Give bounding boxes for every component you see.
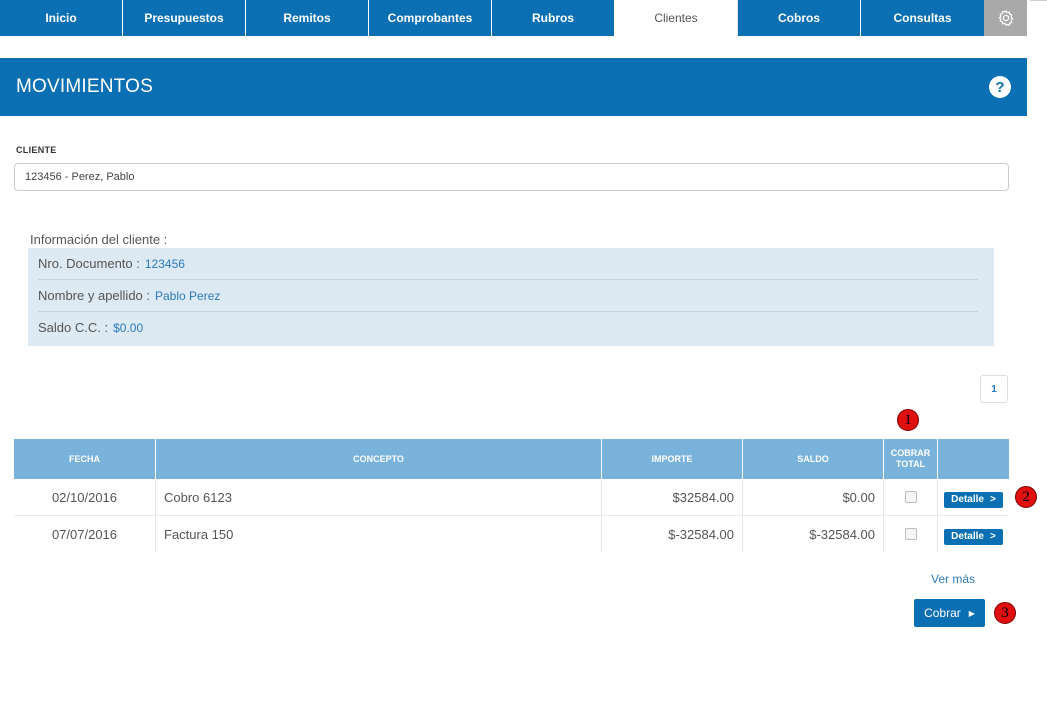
cell-saldo: $-32584.00 <box>743 516 884 552</box>
top-nav: Inicio Presupuestos Remitos Comprobantes… <box>0 0 1027 36</box>
play-icon: ▶ <box>968 608 975 618</box>
ver-mas-link[interactable]: Ver más <box>931 572 975 586</box>
info-label: Saldo C.C. : <box>38 320 109 335</box>
tab-cobros[interactable]: Cobros <box>738 0 861 36</box>
client-info-panel: Nro. Documento : 123456 Nombre y apellid… <box>28 248 994 346</box>
header-cobrar-line2: TOTAL <box>895 459 926 469</box>
tab-consultas[interactable]: Consultas <box>861 0 984 36</box>
cobrar-total-checkbox[interactable] <box>904 491 917 503</box>
settings-button[interactable] <box>984 0 1027 36</box>
header-actions <box>938 439 1009 479</box>
header-saldo: SALDO <box>743 439 884 479</box>
cobrar-label: Cobrar <box>924 606 961 620</box>
info-label: Nombre y apellido : <box>38 288 150 303</box>
cell-fecha: 07/07/2016 <box>14 516 156 552</box>
info-row-saldo: Saldo C.C. : $0.00 <box>38 312 978 343</box>
tab-rubros[interactable]: Rubros <box>492 0 615 36</box>
info-value: 123456 <box>144 256 185 271</box>
pagination-page-1[interactable]: 1 <box>980 375 1008 403</box>
header-fecha: FECHA <box>14 439 156 479</box>
cell-detalle: Detalle > <box>938 516 1009 552</box>
annotation-marker-3: 3 <box>994 602 1016 624</box>
info-value: Pablo Perez <box>155 288 221 303</box>
header-cobrar-total: COBRAR TOTAL <box>884 439 938 479</box>
client-input[interactable] <box>14 163 1009 191</box>
chevron-right-icon: > <box>989 531 996 542</box>
detalle-label: Detalle <box>951 531 984 542</box>
movements-table: FECHA CONCEPTO IMPORTE SALDO COBRAR TOTA… <box>14 439 1009 552</box>
cell-concepto: Factura 150 <box>156 516 602 552</box>
client-label: CLIENTE <box>16 145 57 155</box>
cell-importe: $-32584.00 <box>602 516 743 552</box>
client-info-title: Información del cliente : <box>30 232 168 247</box>
cell-cobrar-total <box>884 479 938 515</box>
cell-saldo: $0.00 <box>743 479 884 515</box>
cell-detalle: Detalle > <box>938 479 1009 515</box>
detalle-button[interactable]: Detalle > <box>944 491 1003 508</box>
tab-inicio[interactable]: Inicio <box>0 0 123 36</box>
info-row-nombre: Nombre y apellido : Pablo Perez <box>38 280 978 312</box>
gear-icon <box>998 9 1013 26</box>
header-cobrar-line1: COBRAR <box>890 448 931 458</box>
detalle-button[interactable]: Detalle > <box>944 528 1003 545</box>
tab-remitos[interactable]: Remitos <box>246 0 369 36</box>
cell-cobrar-total <box>884 516 938 552</box>
tab-presupuestos[interactable]: Presupuestos <box>123 0 246 36</box>
info-label: Nro. Documento : <box>38 256 140 271</box>
cobrar-total-checkbox[interactable] <box>904 528 917 540</box>
tab-clientes[interactable]: Clientes <box>615 0 738 36</box>
tab-comprobantes[interactable]: Comprobantes <box>369 0 492 36</box>
help-icon[interactable]: ? <box>989 76 1011 98</box>
table-row: 02/10/2016 Cobro 6123 $32584.00 $0.00 De… <box>14 479 1009 516</box>
cobrar-button[interactable]: Cobrar ▶ <box>914 599 985 627</box>
cell-fecha: 02/10/2016 <box>14 479 156 515</box>
table-row: 07/07/2016 Factura 150 $-32584.00 $-3258… <box>14 516 1009 552</box>
page-title: MOVIMIENTOS <box>16 76 153 97</box>
info-row-documento: Nro. Documento : 123456 <box>38 248 978 280</box>
annotation-marker-2: 2 <box>1015 486 1037 508</box>
info-value: $0.00 <box>113 320 144 335</box>
table-header: FECHA CONCEPTO IMPORTE SALDO COBRAR TOTA… <box>14 439 1009 479</box>
header-concepto: CONCEPTO <box>156 439 602 479</box>
annotation-marker-1: 1 <box>897 409 919 431</box>
detalle-label: Detalle <box>951 494 984 505</box>
cell-importe: $32584.00 <box>602 479 743 515</box>
header-importe: IMPORTE <box>602 439 743 479</box>
chevron-right-icon: > <box>989 494 996 505</box>
window-edge <box>1030 0 1047 7</box>
cell-concepto: Cobro 6123 <box>156 479 602 515</box>
page-header: MOVIMIENTOS ? <box>0 58 1027 116</box>
